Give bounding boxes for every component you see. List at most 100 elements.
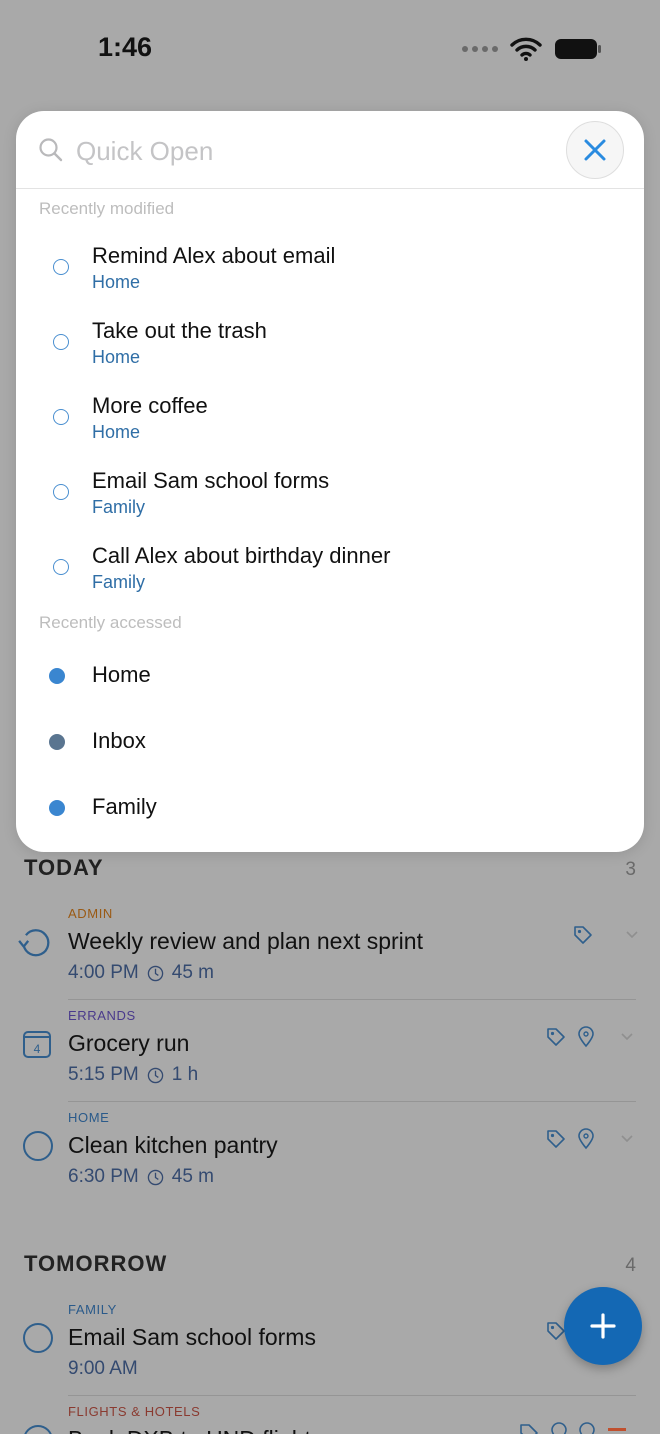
circle-icon[interactable] xyxy=(23,1323,53,1353)
tag-icon xyxy=(547,1028,565,1046)
task-row[interactable]: FAMILY Email Sam school forms 9:00 AM xyxy=(0,1294,660,1396)
attachment-icon xyxy=(579,1422,595,1434)
item-project: Home xyxy=(92,422,141,442)
item-title: Remind Alex about email xyxy=(92,243,336,268)
item-title: Call Alex about birthday dinner xyxy=(92,543,391,568)
project-color-dot xyxy=(49,668,65,684)
quick-open-panel: Recently modified Remind Alex about emai… xyxy=(16,111,644,852)
task-category: ADMIN xyxy=(68,906,113,921)
calendar-day: 4 xyxy=(34,1042,41,1056)
task-meta: 6:30 PM 45 m xyxy=(68,1166,214,1188)
quick-open-task-item[interactable]: Call Alex about birthday dinner Family xyxy=(16,528,644,603)
flag-icon xyxy=(608,1428,626,1431)
chevron-down-icon[interactable] xyxy=(622,925,642,945)
task-trailing-icons xyxy=(572,924,642,946)
task-circle-icon xyxy=(53,559,69,575)
task-circle-icon xyxy=(53,334,69,350)
task-category: HOME xyxy=(68,1110,110,1125)
tag-icon xyxy=(574,926,592,944)
project-label: Home xyxy=(92,662,151,687)
recently-modified-label: Recently modified xyxy=(39,199,175,218)
tag-icon xyxy=(547,1130,565,1148)
circle-icon[interactable] xyxy=(23,1131,53,1161)
task-trailing-icons xyxy=(545,1128,637,1150)
item-title: Email Sam school forms xyxy=(92,468,330,493)
quick-open-task-item[interactable]: Remind Alex about email Home xyxy=(16,228,644,303)
status-time: 1:46 xyxy=(98,32,153,62)
task-duration: 45 m xyxy=(171,1166,215,1187)
item-project: Home xyxy=(92,347,141,367)
calendar-icon[interactable]: 4 xyxy=(22,1029,52,1059)
quick-open-project-family[interactable]: Family xyxy=(16,775,644,841)
duration-icon xyxy=(147,1169,164,1185)
task-category: ERRANDS xyxy=(68,1008,136,1023)
item-title: Take out the trash xyxy=(92,318,267,343)
chevron-down-icon[interactable] xyxy=(617,1027,637,1047)
status-icons xyxy=(462,36,602,62)
repeat-icon[interactable] xyxy=(18,925,52,959)
task-meta: 4:00 PM 45 m xyxy=(68,962,214,984)
task-time: 4:00 PM xyxy=(68,962,139,983)
task-title: Clean kitchen pantry xyxy=(68,1132,278,1158)
quick-open-search-input[interactable] xyxy=(76,129,546,173)
duration-icon xyxy=(147,1067,164,1083)
task-circle-icon xyxy=(53,484,69,500)
status-bar: 1:46 xyxy=(0,0,660,100)
task-circle-icon xyxy=(53,259,69,275)
section-count: 4 xyxy=(625,1255,636,1276)
search-icon xyxy=(39,138,63,162)
item-project: Family xyxy=(92,572,145,592)
quick-open-project-home[interactable]: Home xyxy=(16,643,644,709)
tag-icon xyxy=(520,1424,538,1434)
task-time: 6:30 PM xyxy=(68,1166,139,1187)
section-count: 3 xyxy=(625,859,636,880)
task-time: 5:15 PM xyxy=(68,1064,139,1085)
task-title: Email Sam school forms xyxy=(68,1324,316,1350)
project-label: Family xyxy=(92,794,157,819)
task-trailing-icons xyxy=(545,1026,637,1048)
section-header-today: TODAY 3 xyxy=(24,855,636,881)
location-pin-icon xyxy=(551,1422,567,1434)
close-button[interactable] xyxy=(566,121,624,179)
add-task-button[interactable] xyxy=(564,1287,642,1365)
plus-icon xyxy=(590,1313,616,1339)
item-title: More coffee xyxy=(92,393,208,418)
quick-open-task-item[interactable]: Take out the trash Home xyxy=(16,303,644,378)
task-duration: 45 m xyxy=(171,962,215,983)
task-meta: 9:00 AM xyxy=(68,1358,138,1380)
chevron-down-icon[interactable] xyxy=(617,1129,637,1149)
quick-open-task-item[interactable]: More coffee Home xyxy=(16,378,644,453)
quick-open-task-item[interactable]: Email Sam school forms Family xyxy=(16,453,644,528)
item-project: Family xyxy=(92,497,145,517)
task-meta: 5:15 PM 1 h xyxy=(68,1064,198,1086)
recently-accessed-label: Recently accessed xyxy=(39,613,182,632)
task-row[interactable]: ADMIN Weekly review and plan next sprint… xyxy=(0,898,660,1000)
close-icon xyxy=(584,139,606,161)
project-color-dot xyxy=(49,734,65,750)
section-header-tomorrow: TOMORROW 4 xyxy=(24,1251,636,1277)
location-pin-icon xyxy=(578,1026,594,1048)
cellular-signal-icon xyxy=(462,46,498,52)
task-title: Grocery run xyxy=(68,1030,190,1056)
task-circle-icon xyxy=(53,409,69,425)
task-row[interactable]: 4 ERRANDS Grocery run 5:15 PM 1 h xyxy=(0,1000,660,1102)
task-row[interactable]: HOME Clean kitchen pantry 6:30 PM 45 m xyxy=(0,1102,660,1204)
task-title: Weekly review and plan next sprint xyxy=(68,928,423,954)
task-category: FAMILY xyxy=(68,1302,117,1317)
section-title: TOMORROW xyxy=(24,1251,168,1276)
wifi-icon xyxy=(510,37,542,61)
circle-icon[interactable] xyxy=(23,1425,53,1434)
project-label: Inbox xyxy=(92,728,146,753)
task-category: FLIGHTS & HOTELS xyxy=(68,1404,201,1419)
quick-open-project-inbox[interactable]: Inbox xyxy=(16,709,644,775)
task-time: 9:00 AM xyxy=(68,1358,138,1379)
search-bar xyxy=(16,111,644,189)
location-pin-icon xyxy=(578,1128,594,1150)
task-title: Book DXB to HND flight xyxy=(68,1426,311,1434)
section-title: TODAY xyxy=(24,855,104,880)
battery-icon xyxy=(555,39,601,59)
task-row[interactable]: FLIGHTS & HOTELS Book DXB to HND flight xyxy=(0,1396,660,1434)
task-trailing-icons xyxy=(518,1422,628,1434)
project-color-dot xyxy=(49,800,65,816)
duration-icon xyxy=(147,965,164,981)
